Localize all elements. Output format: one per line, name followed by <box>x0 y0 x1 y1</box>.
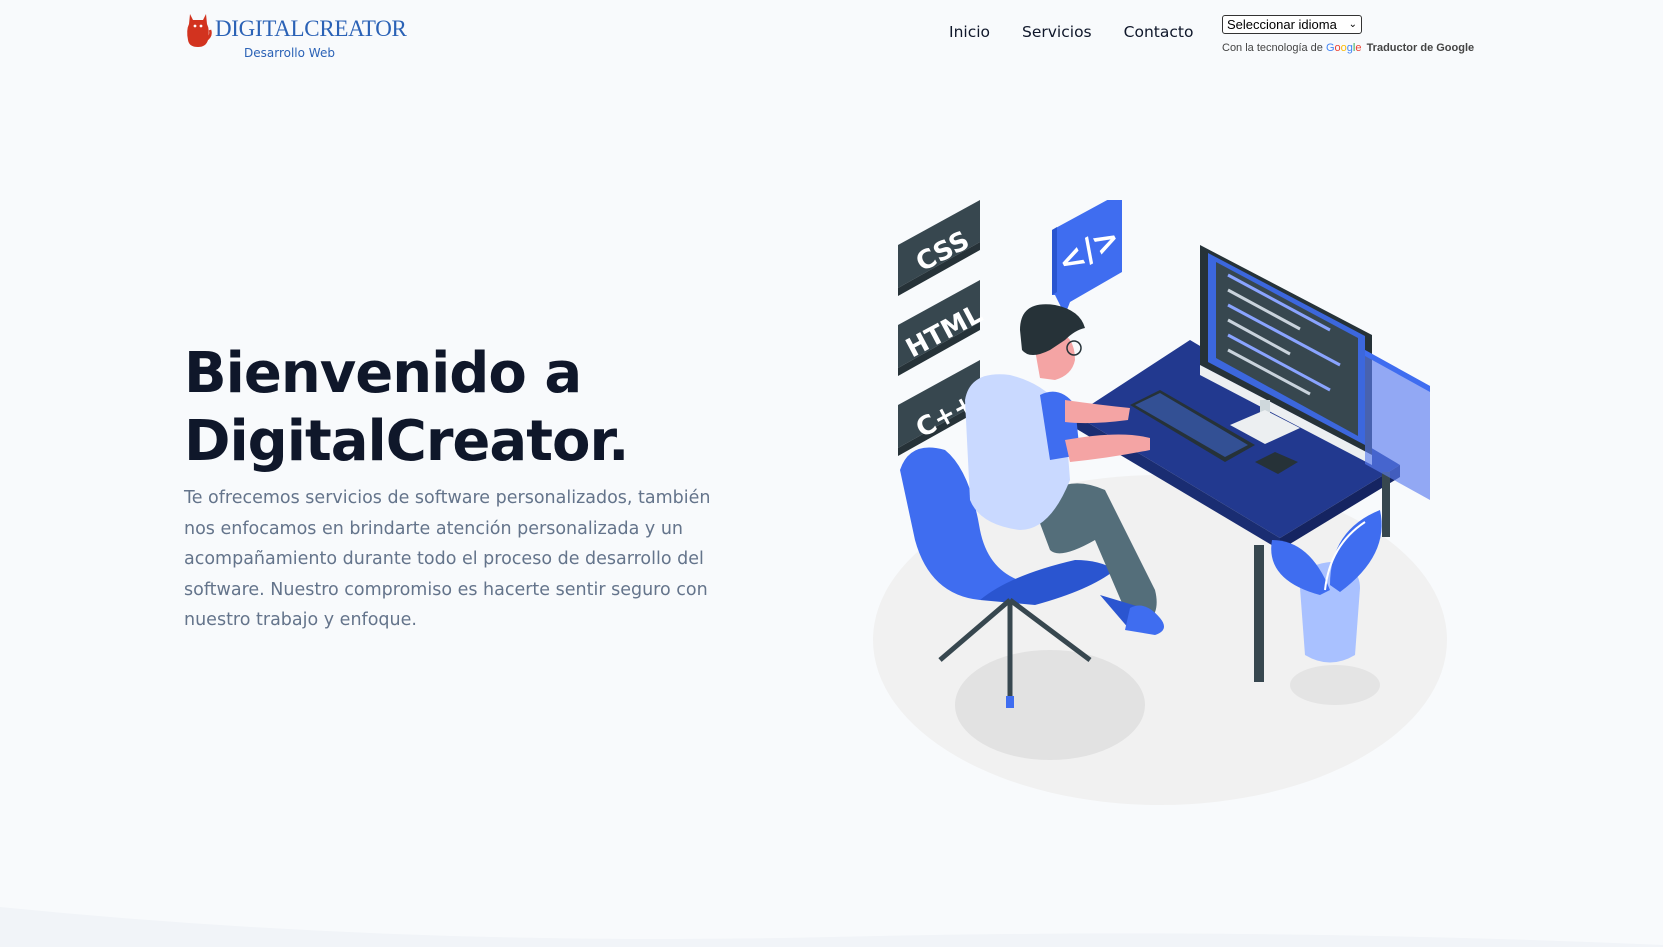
nav-item-contacto[interactable]: Contacto <box>1124 23 1194 41</box>
site-header: DIGITALCREATOR Desarrollo Web Inicio Ser… <box>0 0 1663 72</box>
hero-title-line1: Bienvenido a <box>184 341 582 406</box>
hero-description: Te ofrecemos servicios de software perso… <box>184 488 711 630</box>
plant-shadow-shape <box>1290 665 1380 705</box>
developer-illustration: CSS HTML C++ </> <box>873 200 1447 805</box>
hero-title: Bienvenido a DigitalCreator. <box>184 340 744 476</box>
google-logo-icon: Google <box>1325 42 1362 54</box>
translate-service-link[interactable]: Traductor de Google <box>1367 42 1475 54</box>
hero-title-line2: DigitalCreator. <box>184 409 629 474</box>
brand-tagline: Desarrollo Web <box>244 46 335 60</box>
cat-logo-icon <box>187 14 212 47</box>
nav-item-inicio[interactable]: Inicio <box>949 23 990 41</box>
brand-name: DIGITALCREATOR <box>215 16 407 41</box>
powered-prefix: Con la tecnología de <box>1222 42 1323 54</box>
chair-shadow-shape <box>955 650 1145 760</box>
language-select-value: Seleccionar idioma <box>1227 17 1337 32</box>
css-badge-icon: CSS <box>898 200 980 296</box>
brand-logo[interactable]: DIGITALCREATOR Desarrollo Web <box>184 10 407 65</box>
google-translate-widget: Seleccionar idioma ⌄ Con la tecnología d… <box>1222 15 1474 54</box>
bottom-wave-shape <box>0 907 1663 947</box>
nav-item-servicios[interactable]: Servicios <box>1022 23 1092 41</box>
code-bubble-icon: </> <box>1051 200 1126 315</box>
translate-attribution: Con la tecnología de Google Traductor de… <box>1222 42 1474 54</box>
html-badge-icon: HTML <box>898 280 988 376</box>
main-nav: Inicio Servicios Contacto <box>949 23 1193 41</box>
language-select[interactable]: Seleccionar idioma ⌄ <box>1222 15 1362 34</box>
chevron-down-icon: ⌄ <box>1348 19 1357 30</box>
